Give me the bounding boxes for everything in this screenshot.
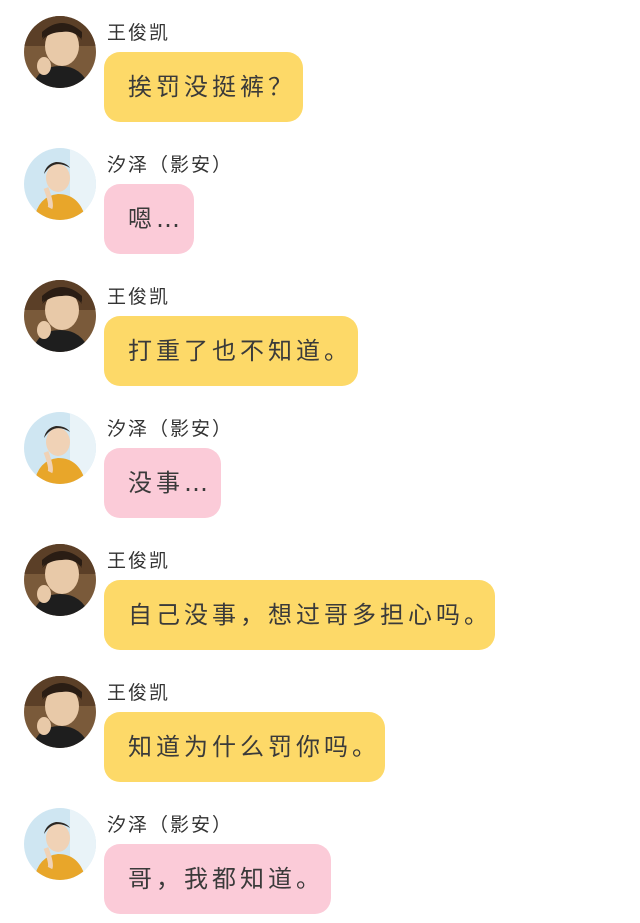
message-bubble[interactable]: 哥，我都知道。	[104, 844, 331, 914]
sender-name: 王俊凯	[107, 22, 171, 44]
chat-message: 汐泽（影安） 哥，我都知道。	[0, 792, 640, 923]
avatar[interactable]	[24, 676, 96, 748]
message-bubble[interactable]: 知道为什么罚你吗。	[104, 712, 385, 782]
sender-name: 王俊凯	[107, 550, 171, 572]
sender-name: 王俊凯	[107, 286, 171, 308]
avatar[interactable]	[24, 544, 96, 616]
sender-name: 王俊凯	[107, 682, 171, 704]
sender-name: 汐泽（影安）	[107, 418, 234, 440]
message-bubble[interactable]: 打重了也不知道。	[104, 316, 358, 386]
chat-message: 王俊凯 自己没事，想过哥多担心吗。	[0, 528, 640, 660]
chat-message: 汐泽（影安） 嗯…	[0, 132, 640, 264]
avatar[interactable]	[24, 280, 96, 352]
chat-message: 汐泽（影安） 没事…	[0, 396, 640, 528]
avatar[interactable]	[24, 16, 96, 88]
message-bubble[interactable]: 自己没事，想过哥多担心吗。	[104, 580, 495, 650]
chat-transcript: 王俊凯 挨罚没挺裤？ 汐泽（影安） 嗯… 王俊凯 打重了也不知道。 汐泽（影安）…	[0, 0, 640, 923]
chat-message: 王俊凯 知道为什么罚你吗。	[0, 660, 640, 792]
avatar[interactable]	[24, 808, 96, 880]
sender-name: 汐泽（影安）	[107, 154, 234, 176]
message-bubble[interactable]: 没事…	[104, 448, 221, 518]
sender-name: 汐泽（影安）	[107, 814, 234, 836]
avatar[interactable]	[24, 148, 96, 220]
avatar[interactable]	[24, 412, 96, 484]
chat-message: 王俊凯 挨罚没挺裤？	[0, 0, 640, 132]
message-bubble[interactable]: 嗯…	[104, 184, 194, 254]
chat-message: 王俊凯 打重了也不知道。	[0, 264, 640, 396]
message-bubble[interactable]: 挨罚没挺裤？	[104, 52, 303, 122]
